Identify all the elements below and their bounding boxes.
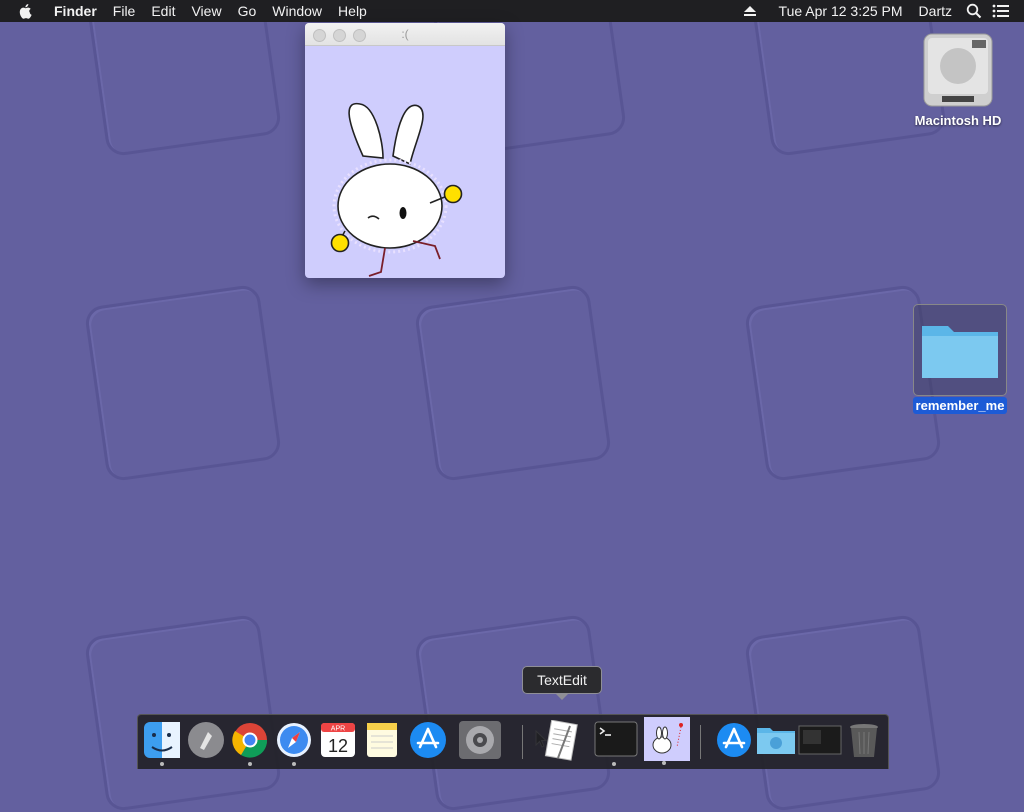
dock-finder[interactable]	[142, 720, 182, 766]
wallpaper-finder-logo	[413, 283, 613, 483]
finder-icon	[144, 722, 180, 758]
safari-icon	[277, 723, 311, 757]
macintosh-hd-label: Macintosh HD	[914, 113, 1002, 128]
calendar-icon: APR 12	[321, 723, 355, 757]
menu-go[interactable]: Go	[230, 0, 265, 22]
dock-terminal[interactable]	[594, 720, 638, 766]
app-store-icon	[717, 723, 751, 757]
hard-drive-icon	[923, 33, 993, 107]
app-store-icon	[410, 722, 446, 758]
wallpaper-finder-logo	[83, 613, 283, 812]
macintosh-hd-desktop-icon[interactable]: Macintosh HD	[908, 30, 1008, 128]
bunny-illustration	[330, 102, 463, 277]
eject-icon[interactable]	[743, 5, 757, 17]
menu-edit[interactable]: Edit	[143, 0, 183, 22]
system-preferences-icon	[459, 721, 501, 759]
downloads-folder-icon	[757, 728, 795, 754]
window-title: :(	[401, 27, 409, 41]
folder-icon	[922, 326, 998, 378]
menu-file[interactable]: File	[105, 0, 144, 22]
wallpaper-finder-logo	[413, 613, 613, 812]
dock-screen-thumbnail[interactable]	[798, 720, 842, 760]
apple-menu-icon[interactable]	[18, 3, 34, 19]
screen-icon	[798, 725, 842, 755]
dock-tooltip: TextEdit	[522, 666, 602, 700]
remember-me-folder-desktop-icon[interactable]: remember_me	[908, 304, 1012, 414]
dock-downloads-folder[interactable]	[756, 720, 796, 760]
launchpad-icon	[188, 722, 224, 758]
notes-icon	[367, 723, 397, 757]
remember-me-label: remember_me	[912, 397, 1008, 414]
chrome-icon	[232, 723, 268, 758]
dock-notes[interactable]	[362, 720, 402, 760]
bunny-app-icon	[644, 717, 690, 761]
calendar-month: APR	[331, 726, 345, 733]
window-titlebar[interactable]: :(	[305, 23, 505, 46]
menu-view[interactable]: View	[183, 0, 229, 22]
dock-trash[interactable]	[844, 720, 884, 760]
wallpaper-finder-logo	[743, 613, 943, 812]
dock-app-store[interactable]	[408, 720, 448, 760]
bunny-window[interactable]: :(	[305, 23, 505, 278]
dock-safari[interactable]	[274, 720, 314, 766]
menu-user[interactable]: Dartz	[911, 0, 960, 22]
dock-system-preferences[interactable]	[458, 720, 501, 760]
dock-chrome[interactable]	[230, 720, 270, 766]
dock: APR 12	[137, 714, 889, 769]
calendar-day: 12	[328, 736, 348, 756]
textedit-icon	[544, 719, 578, 761]
dock-separator	[522, 725, 523, 759]
terminal-icon	[594, 721, 638, 757]
trash-icon	[850, 724, 878, 757]
wallpaper-finder-logo	[83, 0, 283, 158]
dock-calendar[interactable]: APR 12	[318, 720, 358, 760]
dock-bunny-app[interactable]	[644, 717, 690, 765]
notification-center-icon[interactable]	[992, 4, 1010, 18]
dock-app-store-2[interactable]	[714, 720, 754, 760]
menu-clock[interactable]: Tue Apr 12 3:25 PM	[771, 0, 911, 22]
dock-launchpad[interactable]	[186, 720, 226, 760]
spotlight-search-icon[interactable]	[966, 3, 982, 19]
dock-separator	[700, 725, 701, 759]
wallpaper-finder-logo	[83, 283, 283, 483]
menu-window[interactable]: Window	[264, 0, 330, 22]
menu-app-name[interactable]: Finder	[46, 0, 105, 22]
dock-textedit[interactable]	[540, 719, 580, 761]
menu-help[interactable]: Help	[330, 0, 375, 22]
menu-bar: Finder File Edit View Go Window Help Tue…	[0, 0, 1024, 22]
